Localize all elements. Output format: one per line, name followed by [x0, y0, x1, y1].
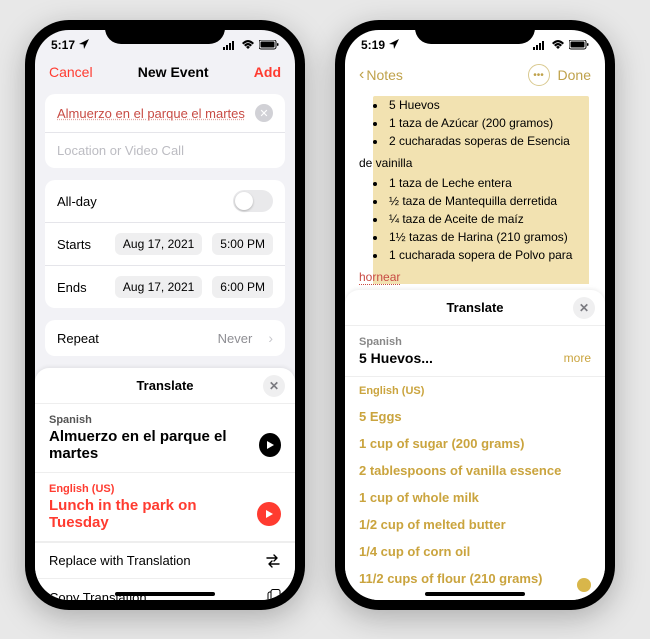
notch	[415, 20, 535, 44]
translation-line: 1/2 cup of melted butter	[359, 511, 591, 538]
clear-text-icon[interactable]: ✕	[255, 104, 273, 122]
close-icon[interactable]: ✕	[573, 297, 595, 319]
starts-label: Starts	[57, 237, 91, 252]
location-placeholder: Location or Video Call	[57, 143, 184, 158]
source-block: Spanish 5 Huevos... more	[345, 326, 605, 377]
chevron-left-icon: ‹	[359, 66, 364, 84]
translation-line: 2 tablespoons of vanilla essence	[359, 457, 591, 484]
source-lang-label: Spanish	[49, 414, 281, 426]
allday-label: All-day	[57, 194, 97, 209]
end-date-chip[interactable]: Aug 17, 2021	[115, 276, 202, 298]
ends-row[interactable]: Ends Aug 17, 2021 6:00 PM	[45, 266, 285, 308]
nav-title: New Event	[138, 64, 209, 80]
selected-text: 5 Huevos 1 taza de Azúcar (200 gramos) 2…	[373, 96, 589, 284]
chevron-right-icon: ›	[268, 330, 273, 346]
back-label: Notes	[366, 67, 403, 83]
location-arrow-icon	[389, 38, 399, 52]
copy-icon	[267, 589, 281, 600]
signal-icon	[223, 41, 237, 50]
note-body[interactable]: 5 Huevos 1 taza de Azúcar (200 gramos) 2…	[345, 92, 605, 284]
source-lang-label: Spanish	[359, 336, 591, 348]
list-item: 1 taza de Leche entera	[387, 174, 589, 192]
close-icon[interactable]: ✕	[263, 375, 285, 397]
translation-line: 5 Eggs	[359, 403, 591, 430]
end-time-chip[interactable]: 6:00 PM	[212, 276, 273, 298]
source-text: Almuerzo en el parque el martes	[49, 428, 259, 462]
translation-line: 1/4 cup of corn oil	[359, 538, 591, 565]
list-item: 1 cucharada sopera de Polvo para	[387, 246, 589, 264]
back-button[interactable]: ‹ Notes	[359, 66, 403, 84]
translate-sheet: Translate ✕ Spanish 5 Huevos... more Eng…	[345, 290, 605, 600]
target-lang-label: English (US)	[49, 483, 281, 495]
notch	[105, 20, 225, 44]
play-target-button[interactable]	[257, 502, 281, 526]
target-block: English (US) Lunch in the park on Tuesda…	[35, 473, 295, 542]
list-item: 1½ tazas de Harina (210 gramos)	[387, 228, 589, 246]
start-date-chip[interactable]: Aug 17, 2021	[115, 233, 202, 255]
title-location-block: Almuerzo en el parque el martes ✕ Locati…	[45, 94, 285, 168]
target-block: English (US) 5 Eggs 1 cup of sugar (200 …	[345, 377, 605, 600]
list-item-wrap: de vainilla	[359, 156, 589, 170]
ends-label: Ends	[57, 280, 87, 295]
cancel-button[interactable]: Cancel	[49, 64, 93, 80]
start-time-chip[interactable]: 5:00 PM	[212, 233, 273, 255]
list-item: 2 cucharadas soperas de Esencia	[387, 132, 589, 150]
sheet-header: Translate ✕	[35, 368, 295, 404]
translation-line: 1 cup of sugar (200 grams)	[359, 430, 591, 457]
wifi-icon	[241, 40, 255, 50]
copy-action[interactable]: Copy Translation	[35, 578, 295, 600]
sheet-title: Translate	[136, 378, 193, 393]
compose-button[interactable]	[577, 578, 591, 592]
wifi-icon	[551, 40, 565, 50]
status-time: 5:17	[51, 38, 75, 52]
status-icons	[533, 40, 589, 50]
more-button[interactable]: more	[564, 351, 591, 365]
sheet-header: Translate ✕	[345, 290, 605, 326]
time-block: All-day Starts Aug 17, 2021 5:00 PM Ends…	[45, 180, 285, 308]
signal-icon	[533, 41, 547, 50]
repeat-row[interactable]: Repeat Never ›	[45, 320, 285, 356]
list-item: 1 taza de Azúcar (200 gramos)	[387, 114, 589, 132]
notes-nav: ‹ Notes ••• Done	[345, 60, 605, 92]
list-item: 5 Huevos	[387, 96, 589, 114]
home-indicator[interactable]	[425, 592, 525, 596]
add-button[interactable]: Add	[254, 64, 281, 80]
event-title-field[interactable]: Almuerzo en el parque el martes ✕	[45, 94, 285, 133]
list-item: ¼ taza de Aceite de maíz	[387, 210, 589, 228]
allday-row: All-day	[45, 180, 285, 223]
replace-action[interactable]: Replace with Translation	[35, 542, 295, 578]
list-item-wrap: hornear	[359, 270, 400, 285]
status-icons	[223, 40, 279, 50]
starts-row[interactable]: Starts Aug 17, 2021 5:00 PM	[45, 223, 285, 266]
target-lang-label: English (US)	[359, 385, 591, 397]
repeat-block: Repeat Never ›	[45, 320, 285, 356]
nav-bar: Cancel New Event Add	[35, 60, 295, 88]
repeat-label: Repeat	[57, 331, 99, 346]
list-item: ½ taza de Mantequilla derretida	[387, 192, 589, 210]
event-title-text: Almuerzo en el parque el martes	[57, 106, 245, 121]
target-text: Lunch in the park on Tuesday	[49, 497, 257, 531]
allday-toggle[interactable]	[233, 190, 273, 212]
phone-notes: 5:19 ‹ Notes ••• Done	[335, 20, 615, 610]
location-arrow-icon	[79, 38, 89, 52]
replace-label: Replace with Translation	[49, 553, 191, 568]
status-time: 5:19	[361, 38, 385, 52]
phone-calendar: 5:17 Cancel New Event Add Almuer	[25, 20, 305, 610]
sheet-title: Translate	[446, 300, 503, 315]
translation-line: 11/2 cups of flour (210 grams)	[359, 565, 591, 592]
source-block: Spanish Almuerzo en el parque el martes	[35, 404, 295, 473]
translation-line: 1 cup of whole milk	[359, 484, 591, 511]
location-field[interactable]: Location or Video Call	[45, 133, 285, 168]
repeat-value: Never	[218, 331, 253, 346]
battery-icon	[259, 40, 279, 50]
home-indicator[interactable]	[115, 592, 215, 596]
replace-icon	[265, 554, 281, 568]
source-text: 5 Huevos...	[359, 350, 433, 366]
translate-sheet: Translate ✕ Spanish Almuerzo en el parqu…	[35, 368, 295, 600]
more-menu-button[interactable]: •••	[528, 64, 550, 86]
battery-icon	[569, 40, 589, 50]
done-button[interactable]: Done	[558, 67, 591, 83]
play-source-button[interactable]	[259, 433, 281, 457]
